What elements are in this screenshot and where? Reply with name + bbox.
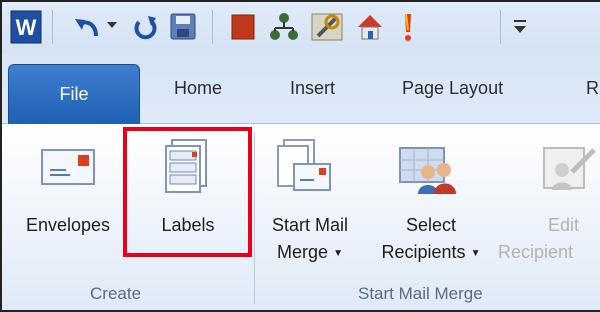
save-icon[interactable] bbox=[168, 10, 198, 44]
edit-recipient-list-button[interactable]: Edit Recipient bbox=[498, 132, 600, 284]
edit-recipients-icon bbox=[543, 147, 596, 190]
start-mail-merge-label-line1: Start Mail bbox=[271, 215, 349, 235]
tools-icon[interactable] bbox=[310, 10, 344, 44]
toolbar-separator bbox=[52, 10, 53, 44]
start-mail-merge-label-line2-wrap: Merge ▼ bbox=[256, 239, 364, 269]
tab-page-layout[interactable]: Page Layout bbox=[402, 78, 503, 99]
tab-file[interactable]: File bbox=[8, 64, 140, 126]
labels-highlight-box bbox=[123, 127, 252, 257]
select-recipients-icon bbox=[399, 147, 456, 194]
toolbar-separator bbox=[500, 10, 501, 44]
edit-recipients-label-line1: Edit bbox=[548, 215, 580, 235]
envelopes-button[interactable]: Envelopes bbox=[12, 132, 124, 254]
undo-icon[interactable] bbox=[72, 10, 102, 44]
envelope-icon bbox=[41, 149, 95, 185]
tab-insert[interactable]: Insert bbox=[290, 78, 335, 99]
stop-icon[interactable] bbox=[228, 10, 258, 44]
dropdown-arrow-icon: ▼ bbox=[470, 248, 481, 259]
word-window: W File Home Insert Page Layout R Envelop… bbox=[0, 0, 600, 312]
tab-references[interactable]: R bbox=[586, 78, 599, 99]
org-chart-icon[interactable] bbox=[268, 10, 300, 44]
start-mail-merge-button[interactable]: Start Mail Merge ▼ bbox=[256, 132, 364, 284]
toolbar-separator bbox=[212, 10, 213, 44]
edit-recipients-label-line2: Recipient bbox=[498, 242, 574, 262]
group-label-create: Create bbox=[90, 284, 142, 303]
undo-dropdown-icon[interactable] bbox=[106, 20, 118, 30]
alert-icon[interactable] bbox=[398, 10, 418, 44]
quick-access-toolbar: W bbox=[2, 2, 600, 54]
envelopes-label: Envelopes bbox=[25, 215, 111, 235]
redo-icon[interactable] bbox=[130, 10, 160, 44]
select-recipients-button[interactable]: Select Recipients ▼ bbox=[364, 132, 498, 284]
customize-qat-icon[interactable] bbox=[512, 16, 528, 36]
group-separator bbox=[254, 132, 255, 304]
tab-home[interactable]: Home bbox=[174, 78, 222, 99]
select-recipients-label-line1: Select bbox=[405, 215, 457, 235]
mailings-ribbon: Envelopes Labels Start Mail Merge ▼ Sele… bbox=[2, 124, 600, 310]
home-macro-icon[interactable] bbox=[354, 10, 386, 44]
start-mail-merge-label-line2: Merge bbox=[277, 242, 329, 262]
svg-text:W: W bbox=[16, 15, 37, 40]
group-label-start-mail-merge: Start Mail Merge bbox=[358, 284, 483, 303]
select-recipients-label-line2-wrap: Recipients ▼ bbox=[364, 239, 498, 269]
dropdown-arrow-icon: ▼ bbox=[333, 248, 343, 259]
start-mail-merge-icon bbox=[277, 139, 331, 191]
select-recipients-label-line2: Recipients bbox=[381, 242, 466, 262]
ribbon-tabs: File Home Insert Page Layout R bbox=[2, 54, 600, 126]
word-app-icon[interactable]: W bbox=[10, 10, 42, 44]
